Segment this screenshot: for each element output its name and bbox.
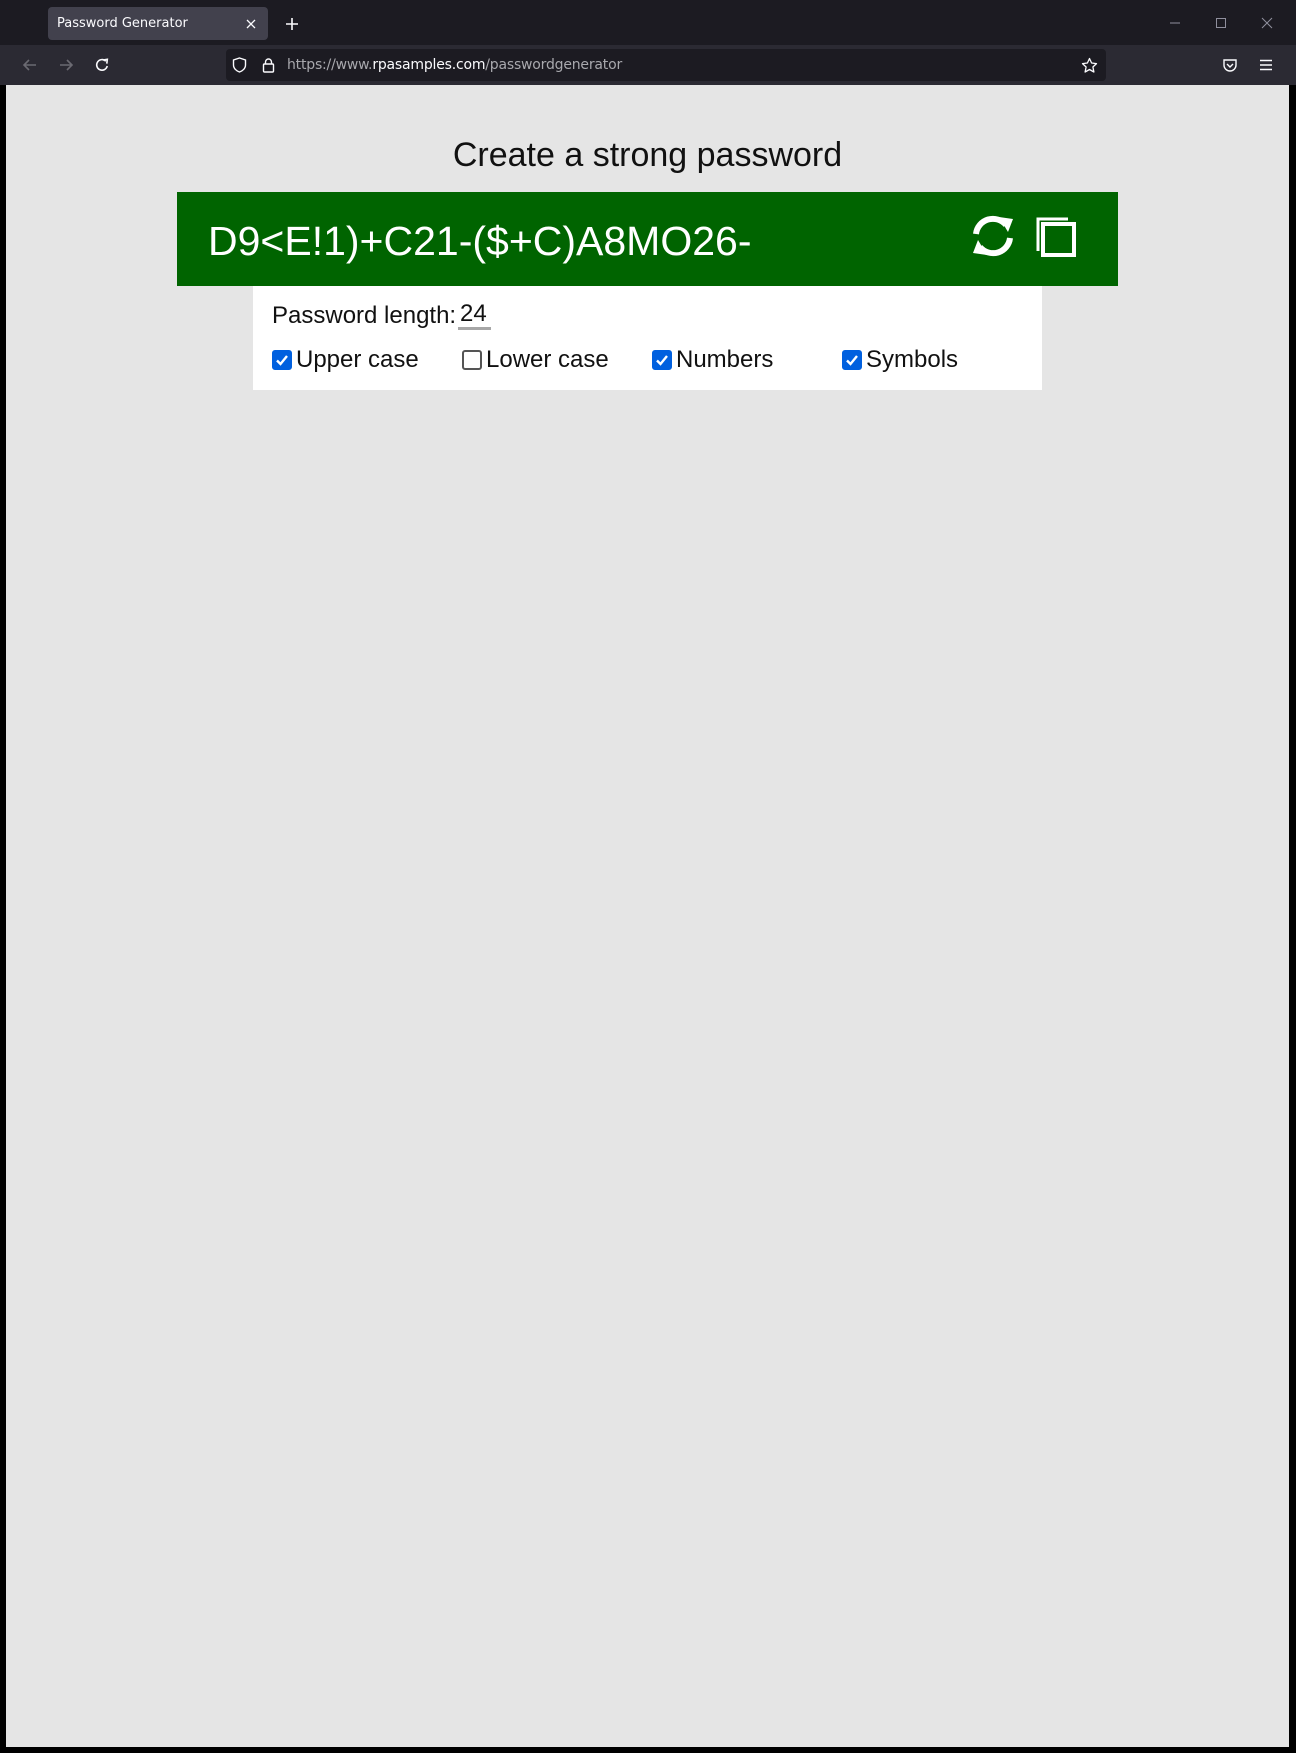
url-text[interactable]: https://www.rpasamples.com/passwordgener… [287, 56, 622, 74]
password-options-panel: Password length: Upper case Lower case N… [253, 286, 1042, 390]
pocket-icon[interactable] [1214, 49, 1246, 81]
shield-icon[interactable] [230, 56, 248, 74]
refresh-password-icon[interactable] [969, 212, 1017, 260]
uppercase-checkbox[interactable] [272, 350, 292, 370]
generated-password: D9<E!1)+C21-($+C)A8MO26- [208, 218, 752, 264]
password-length-input[interactable] [458, 300, 491, 330]
page-content: Create a strong password D9<E!1)+C21-($+… [6, 85, 1289, 1747]
numbers-checkbox[interactable] [652, 350, 672, 370]
symbols-label: Symbols [866, 346, 959, 373]
symbols-option[interactable]: Symbols [842, 345, 958, 375]
lock-icon[interactable] [259, 56, 277, 74]
menu-hamburger-icon[interactable] [1250, 49, 1282, 81]
reload-icon[interactable] [86, 49, 118, 81]
url-prefix: https://www. [287, 57, 373, 73]
maximize-icon[interactable] [1198, 0, 1244, 45]
navigation-bar: https://www.rpasamples.com/passwordgener… [0, 45, 1296, 85]
page-title: Create a strong password [452, 136, 843, 174]
close-window-icon[interactable] [1244, 0, 1290, 45]
password-display-bar: D9<E!1)+C21-($+C)A8MO26- [177, 192, 1118, 286]
bookmark-star-icon[interactable] [1080, 56, 1098, 74]
browser-window: Password Generator https://www.rpasample… [0, 0, 1296, 1753]
new-tab-plus-icon[interactable] [278, 10, 306, 38]
tab-title: Password Generator [57, 16, 188, 31]
uppercase-option[interactable]: Upper case [272, 345, 419, 375]
lowercase-option[interactable]: Lower case [462, 345, 609, 375]
url-path: /passwordgenerator [485, 57, 622, 73]
close-tab-icon[interactable] [238, 11, 264, 37]
copy-password-icon[interactable] [1031, 212, 1079, 260]
address-bar[interactable]: https://www.rpasamples.com/passwordgener… [226, 49, 1106, 81]
forward-arrow-icon[interactable] [50, 49, 82, 81]
password-length-label: Password length: [272, 302, 457, 329]
uppercase-label: Upper case [296, 346, 419, 373]
minimize-icon[interactable] [1152, 0, 1198, 45]
lowercase-checkbox[interactable] [462, 350, 482, 370]
lowercase-label: Lower case [486, 346, 609, 373]
numbers-option[interactable]: Numbers [652, 345, 773, 375]
symbols-checkbox[interactable] [842, 350, 862, 370]
numbers-label: Numbers [676, 346, 774, 373]
tab-password-generator[interactable]: Password Generator [48, 7, 268, 40]
tab-strip: Password Generator [0, 0, 1296, 45]
url-domain: rpasamples.com [372, 57, 486, 73]
back-arrow-icon[interactable] [14, 49, 46, 81]
